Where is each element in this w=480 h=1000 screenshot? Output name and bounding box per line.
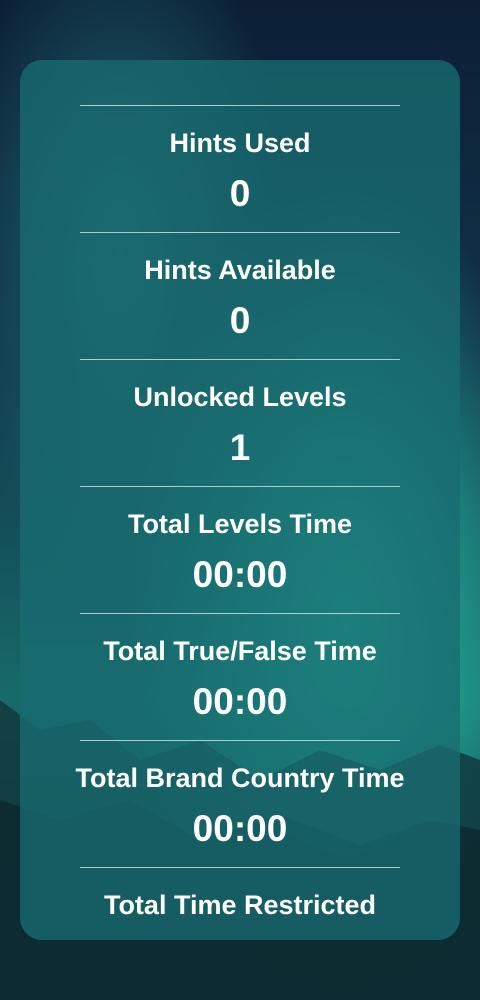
stat-value: 0 bbox=[229, 300, 251, 341]
stat-label: Total Brand Country Time bbox=[75, 763, 405, 793]
stat-row-total-levels-time: Total Levels Time 00:00 bbox=[80, 486, 400, 613]
stat-row-total-brand-country-time: Total Brand Country Time 00:00 bbox=[75, 740, 405, 867]
stat-value: 1 bbox=[229, 427, 251, 468]
stat-label: Total True/False Time bbox=[103, 636, 377, 666]
stat-label: Hints Available bbox=[144, 255, 336, 285]
stat-label: Total Time Restricted bbox=[103, 890, 377, 920]
stats-list: Hints Used 0 Hints Available 0 Unlocked … bbox=[75, 105, 405, 940]
stat-value: 00:00 bbox=[192, 554, 288, 595]
stat-label: Total Levels Time bbox=[127, 509, 353, 539]
stat-row-hints-used: Hints Used 0 bbox=[80, 105, 400, 232]
stat-row-total-true-false-time: Total True/False Time 00:00 bbox=[80, 613, 400, 740]
stat-label: Unlocked Levels bbox=[133, 382, 347, 412]
stat-row-hints-available: Hints Available 0 bbox=[80, 232, 400, 359]
stat-value bbox=[80, 920, 400, 936]
stat-value: 00:00 bbox=[192, 808, 288, 849]
stat-row-total-time-restricted: Total Time Restricted bbox=[80, 867, 400, 940]
stat-value: 0 bbox=[229, 173, 251, 214]
stat-label: Hints Used bbox=[169, 128, 311, 158]
stat-row-unlocked-levels: Unlocked Levels 1 bbox=[80, 359, 400, 486]
stat-value: 00:00 bbox=[192, 681, 288, 722]
stats-panel: Hints Used 0 Hints Available 0 Unlocked … bbox=[20, 60, 460, 940]
